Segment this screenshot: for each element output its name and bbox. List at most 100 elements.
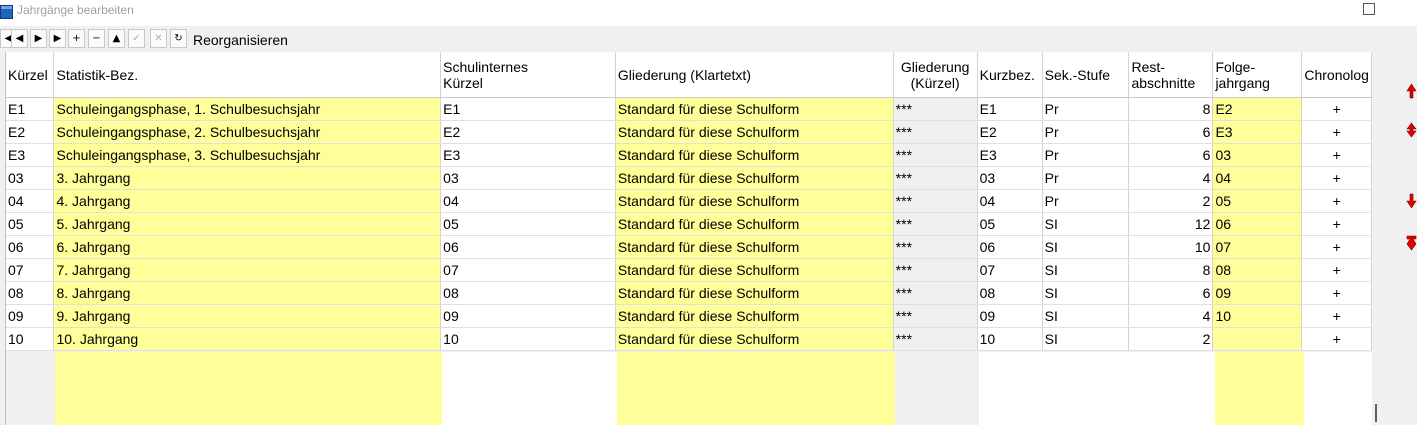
cell-statistik-bez[interactable]: Schuleingangsphase, 1. Schulbesuchsjahr bbox=[53, 97, 442, 121]
cell-chronolog[interactable]: + bbox=[1301, 166, 1372, 190]
header-gliederung-klartext[interactable]: Gliederung (Klartetxt) bbox=[615, 52, 894, 98]
cell-gliederung-kuerzel[interactable]: *** bbox=[893, 97, 978, 121]
cell-sek-stufe[interactable]: SI bbox=[1042, 212, 1130, 236]
cell-sek-stufe[interactable]: SI bbox=[1042, 304, 1130, 328]
cell-gliederung-klartext[interactable]: Standard für diese Schulform bbox=[615, 212, 894, 236]
table-row[interactable]: E1 Schuleingangsphase, 1. Schulbesuchsjah… bbox=[6, 97, 1372, 121]
header-sek-stufe[interactable]: Sek.-Stufe bbox=[1042, 52, 1130, 98]
cell-gliederung-klartext[interactable]: Standard für diese Schulform bbox=[615, 281, 894, 305]
cell-gliederung-klartext[interactable]: Standard für diese Schulform bbox=[615, 235, 894, 259]
table-row[interactable]: 06 6. Jahrgang 06 Standard für diese Schulf… bbox=[6, 235, 1372, 259]
cell-gliederung-klartext[interactable]: Standard für diese Schulform bbox=[615, 120, 894, 144]
cell-kuerzel[interactable]: 08 bbox=[6, 281, 55, 305]
cell-restabschnitte[interactable]: 4 bbox=[1128, 166, 1214, 190]
post-button[interactable]: ✓ bbox=[128, 29, 145, 48]
header-kurzbez[interactable]: Kurzbez. bbox=[977, 52, 1043, 98]
cell-gliederung-kuerzel[interactable]: *** bbox=[893, 212, 978, 236]
header-restabschnitte[interactable]: Rest-abschnitte bbox=[1128, 52, 1214, 98]
cell-statistik-bez[interactable]: 9. Jahrgang bbox=[53, 304, 442, 328]
reorganize-label[interactable]: Reorganisieren bbox=[193, 32, 288, 48]
cell-kuerzel[interactable]: 09 bbox=[6, 304, 55, 328]
cell-schulinternes-kuerzel[interactable]: 07 bbox=[440, 258, 616, 282]
cell-folgejahrgang[interactable]: 07 bbox=[1212, 235, 1303, 259]
header-chronolog[interactable]: Chronolog bbox=[1301, 52, 1372, 98]
cell-kurzbez[interactable]: E1 bbox=[977, 97, 1043, 121]
cell-statistik-bez[interactable]: 3. Jahrgang bbox=[53, 166, 442, 190]
header-folgejahrgang[interactable]: Folge-jahrgang bbox=[1212, 52, 1303, 98]
cell-kurzbez[interactable]: E2 bbox=[977, 120, 1043, 144]
cell-kuerzel[interactable]: 04 bbox=[6, 189, 55, 213]
cell-kuerzel[interactable]: 10 bbox=[6, 327, 55, 351]
cell-restabschnitte[interactable]: 2 bbox=[1128, 189, 1214, 213]
cell-statistik-bez[interactable]: 6. Jahrgang bbox=[53, 235, 442, 259]
cell-sek-stufe[interactable]: Pr bbox=[1042, 189, 1130, 213]
cell-gliederung-klartext[interactable]: Standard für diese Schulform bbox=[615, 166, 894, 190]
cell-statistik-bez[interactable]: 5. Jahrgang bbox=[53, 212, 442, 236]
cell-sek-stufe[interactable]: SI bbox=[1042, 281, 1130, 305]
cell-folgejahrgang[interactable]: 03 bbox=[1212, 143, 1303, 167]
cell-chronolog[interactable]: + bbox=[1301, 327, 1372, 351]
table-row[interactable]: 05 5. Jahrgang 05 Standard für diese Schulf… bbox=[6, 212, 1372, 236]
cell-chronolog[interactable]: + bbox=[1301, 281, 1372, 305]
cell-folgejahrgang[interactable]: 06 bbox=[1212, 212, 1303, 236]
cell-sek-stufe[interactable]: SI bbox=[1042, 258, 1130, 282]
cell-schulinternes-kuerzel[interactable]: 03 bbox=[440, 166, 616, 190]
cell-schulinternes-kuerzel[interactable]: E1 bbox=[440, 97, 616, 121]
cell-folgejahrgang[interactable]: 05 bbox=[1212, 189, 1303, 213]
table-row[interactable]: 09 9. Jahrgang 09 Standard für diese Schulf… bbox=[6, 304, 1372, 328]
cell-kurzbez[interactable]: 09 bbox=[977, 304, 1043, 328]
header-statistik-bez[interactable]: Statistik-Bez. bbox=[53, 52, 442, 98]
cell-chronolog[interactable]: + bbox=[1301, 235, 1372, 259]
cell-kurzbez[interactable]: 07 bbox=[977, 258, 1043, 282]
cell-sek-stufe[interactable]: SI bbox=[1042, 327, 1130, 351]
cell-sek-stufe[interactable]: Pr bbox=[1042, 97, 1130, 121]
delete-button[interactable]: − bbox=[88, 29, 105, 48]
move-down-icon[interactable] bbox=[1406, 192, 1417, 210]
cell-statistik-bez[interactable]: 7. Jahrgang bbox=[53, 258, 442, 282]
maximize-icon[interactable] bbox=[1363, 3, 1375, 15]
cell-restabschnitte[interactable]: 6 bbox=[1128, 281, 1214, 305]
cell-gliederung-kuerzel[interactable]: *** bbox=[893, 304, 978, 328]
cell-restabschnitte[interactable]: 8 bbox=[1128, 258, 1214, 282]
cell-kuerzel[interactable]: 07 bbox=[6, 258, 55, 282]
cell-kuerzel[interactable]: 06 bbox=[6, 235, 55, 259]
cell-gliederung-kuerzel[interactable]: *** bbox=[893, 166, 978, 190]
cell-restabschnitte[interactable]: 10 bbox=[1128, 235, 1214, 259]
cell-restabschnitte[interactable]: 2 bbox=[1128, 327, 1214, 351]
cell-restabschnitte[interactable]: 6 bbox=[1128, 120, 1214, 144]
cell-gliederung-klartext[interactable]: Standard für diese Schulform bbox=[615, 258, 894, 282]
cell-schulinternes-kuerzel[interactable]: 04 bbox=[440, 189, 616, 213]
header-kuerzel[interactable]: Kürzel bbox=[6, 52, 55, 98]
header-schulinternes-kuerzel[interactable]: Schulinternes Kürzel bbox=[440, 52, 616, 98]
cell-chronolog[interactable]: + bbox=[1301, 258, 1372, 282]
cell-chronolog[interactable]: + bbox=[1301, 120, 1372, 144]
edit-button[interactable]: ▲ bbox=[108, 29, 125, 48]
cell-kuerzel[interactable]: 03 bbox=[6, 166, 55, 190]
cell-schulinternes-kuerzel[interactable]: E3 bbox=[440, 143, 616, 167]
table-row[interactable]: 03 3. Jahrgang 03 Standard für diese Schulf… bbox=[6, 166, 1372, 190]
cell-sek-stufe[interactable]: SI bbox=[1042, 235, 1130, 259]
cell-statistik-bez[interactable]: 10. Jahrgang bbox=[53, 327, 442, 351]
cell-folgejahrgang[interactable] bbox=[1212, 327, 1303, 351]
table-row[interactable]: E3 Schuleingangsphase, 3. Schulbesuchsjah… bbox=[6, 143, 1372, 167]
cell-folgejahrgang[interactable]: 09 bbox=[1212, 281, 1303, 305]
cell-gliederung-klartext[interactable]: Standard für diese Schulform bbox=[615, 143, 894, 167]
cell-gliederung-kuerzel[interactable]: *** bbox=[893, 235, 978, 259]
cell-kuerzel[interactable]: E2 bbox=[6, 120, 55, 144]
cell-sek-stufe[interactable]: Pr bbox=[1042, 143, 1130, 167]
refresh-button[interactable]: ↻ bbox=[170, 29, 187, 48]
cell-restabschnitte[interactable]: 8 bbox=[1128, 97, 1214, 121]
cell-gliederung-kuerzel[interactable]: *** bbox=[893, 120, 978, 144]
cell-statistik-bez[interactable]: 8. Jahrgang bbox=[53, 281, 442, 305]
next-record-button[interactable]: ▶ bbox=[30, 29, 47, 48]
header-gliederung-kuerzel[interactable]: Gliederung (Kürzel) bbox=[893, 52, 978, 98]
cell-statistik-bez[interactable]: 4. Jahrgang bbox=[53, 189, 442, 213]
insert-button[interactable]: + bbox=[68, 29, 85, 48]
table-row[interactable]: 07 7. Jahrgang 07 Standard für diese Schulf… bbox=[6, 258, 1372, 282]
cell-kuerzel[interactable]: 05 bbox=[6, 212, 55, 236]
cell-kurzbez[interactable]: 08 bbox=[977, 281, 1043, 305]
cell-gliederung-klartext[interactable]: Standard für diese Schulform bbox=[615, 97, 894, 121]
last-record-button[interactable]: ▶ bbox=[49, 29, 66, 48]
cell-folgejahrgang[interactable]: E2 bbox=[1212, 97, 1303, 121]
cell-statistik-bez[interactable]: Schuleingangsphase, 3. Schulbesuchsjahr bbox=[53, 143, 442, 167]
